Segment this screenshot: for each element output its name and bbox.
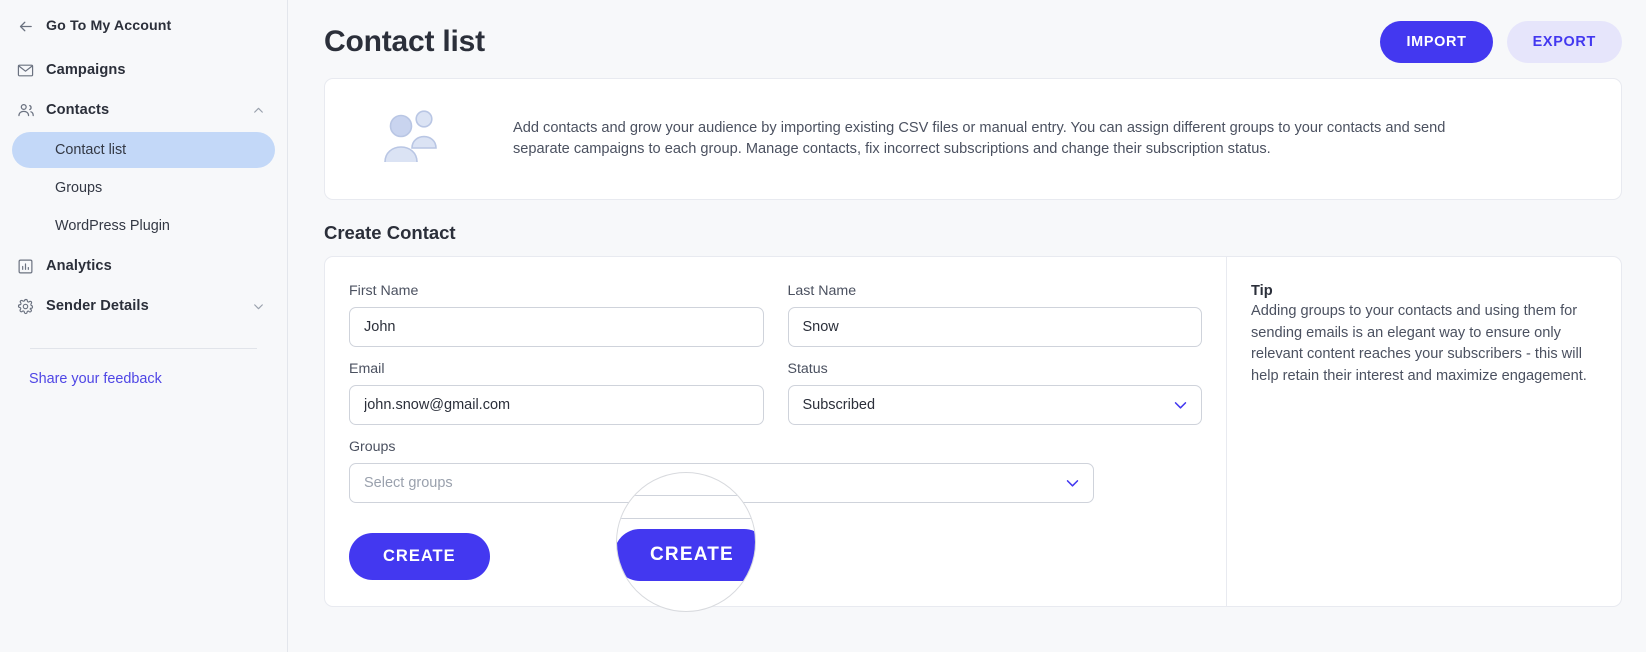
sidebar-item-analytics[interactable]: Analytics — [0, 246, 287, 286]
page-title: Contact list — [324, 25, 485, 58]
sidebar-item-wordpress-plugin[interactable]: WordPress Plugin — [12, 208, 275, 244]
groups-select-wrap: Select groups — [349, 463, 1094, 503]
last-name-input[interactable] — [787, 307, 1202, 347]
create-contact-card: First Name Last Name Email Status — [324, 256, 1622, 607]
sidebar-subitem-label-contact-list: Contact list — [55, 142, 127, 158]
sidebar: Go To My Account Campaigns Contacts Cont… — [0, 0, 288, 652]
info-banner: Add contacts and grow your audience by i… — [324, 78, 1622, 200]
people-icon — [16, 101, 35, 120]
create-contact-form: First Name Last Name Email Status — [325, 257, 1227, 606]
sidebar-item-label-contacts: Contacts — [46, 102, 110, 118]
main-content: Contact list IMPORT EXPORT Add contacts … — [288, 0, 1646, 652]
gear-icon — [16, 297, 35, 316]
last-name-label: Last Name — [787, 283, 857, 299]
create-contact-title: Create Contact — [324, 222, 456, 243]
status-label: Status — [787, 361, 828, 377]
status-field: Status Subscribed — [787, 361, 1202, 425]
last-name-field: Last Name — [787, 283, 1202, 347]
chevron-down-icon[interactable] — [251, 299, 265, 313]
tip-title: Tip — [1251, 283, 1273, 299]
status-select-wrap: Subscribed — [787, 385, 1202, 425]
sidebar-item-label-analytics: Analytics — [46, 258, 112, 274]
bar-chart-icon — [16, 257, 35, 276]
email-field: Email — [349, 361, 764, 425]
first-name-input[interactable] — [349, 307, 764, 347]
app-root: Go To My Account Campaigns Contacts Cont… — [0, 0, 1646, 652]
sidebar-item-contact-list[interactable]: Contact list — [12, 132, 275, 168]
sidebar-item-groups[interactable]: Groups — [12, 170, 275, 206]
create-button[interactable]: CREATE — [349, 533, 490, 580]
export-button[interactable]: EXPORT — [1506, 21, 1622, 63]
sidebar-divider — [30, 348, 257, 349]
arrow-left-icon — [16, 17, 35, 36]
envelope-icon — [16, 61, 35, 80]
two-people-icon — [379, 106, 443, 173]
sidebar-item-label-campaigns: Campaigns — [46, 62, 126, 78]
header-actions: IMPORT EXPORT — [1380, 21, 1622, 63]
sidebar-subitem-label-groups: Groups — [55, 180, 103, 196]
sidebar-back-label: Go To My Account — [46, 18, 172, 34]
form-row-email-status: Email Status Subscribed — [349, 361, 1202, 439]
sidebar-item-label-sender-details: Sender Details — [46, 298, 149, 314]
info-banner-text: Add contacts and grow your audience by i… — [513, 120, 1446, 157]
import-button[interactable]: IMPORT — [1380, 21, 1493, 63]
first-name-label: First Name — [349, 283, 419, 299]
sidebar-item-go-to-my-account[interactable]: Go To My Account — [0, 6, 287, 46]
groups-field: Groups Select groups — [349, 439, 1094, 503]
sidebar-subitem-label-wordpress-plugin: WordPress Plugin — [55, 218, 170, 234]
sidebar-contacts-subnav: Contact list Groups WordPress Plugin — [0, 132, 287, 244]
chevron-up-icon[interactable] — [251, 103, 265, 117]
status-select[interactable]: Subscribed — [787, 385, 1202, 425]
groups-label: Groups — [349, 439, 396, 455]
sidebar-item-sender-details[interactable]: Sender Details — [0, 286, 287, 326]
share-feedback-link[interactable]: Share your feedback — [0, 371, 287, 387]
email-input[interactable] — [349, 385, 764, 425]
tip-body: Adding groups to your contacts and using… — [1251, 303, 1587, 384]
tip-panel: Tip Adding groups to your contacts and u… — [1227, 257, 1621, 606]
email-label: Email — [349, 361, 385, 377]
first-name-field: First Name — [349, 283, 764, 347]
page-header: Contact list IMPORT EXPORT — [324, 0, 1622, 78]
form-row-names: First Name Last Name — [349, 283, 1202, 361]
groups-select[interactable]: Select groups — [349, 463, 1094, 503]
sidebar-item-contacts[interactable]: Contacts — [0, 90, 287, 130]
sidebar-item-campaigns[interactable]: Campaigns — [0, 50, 287, 90]
